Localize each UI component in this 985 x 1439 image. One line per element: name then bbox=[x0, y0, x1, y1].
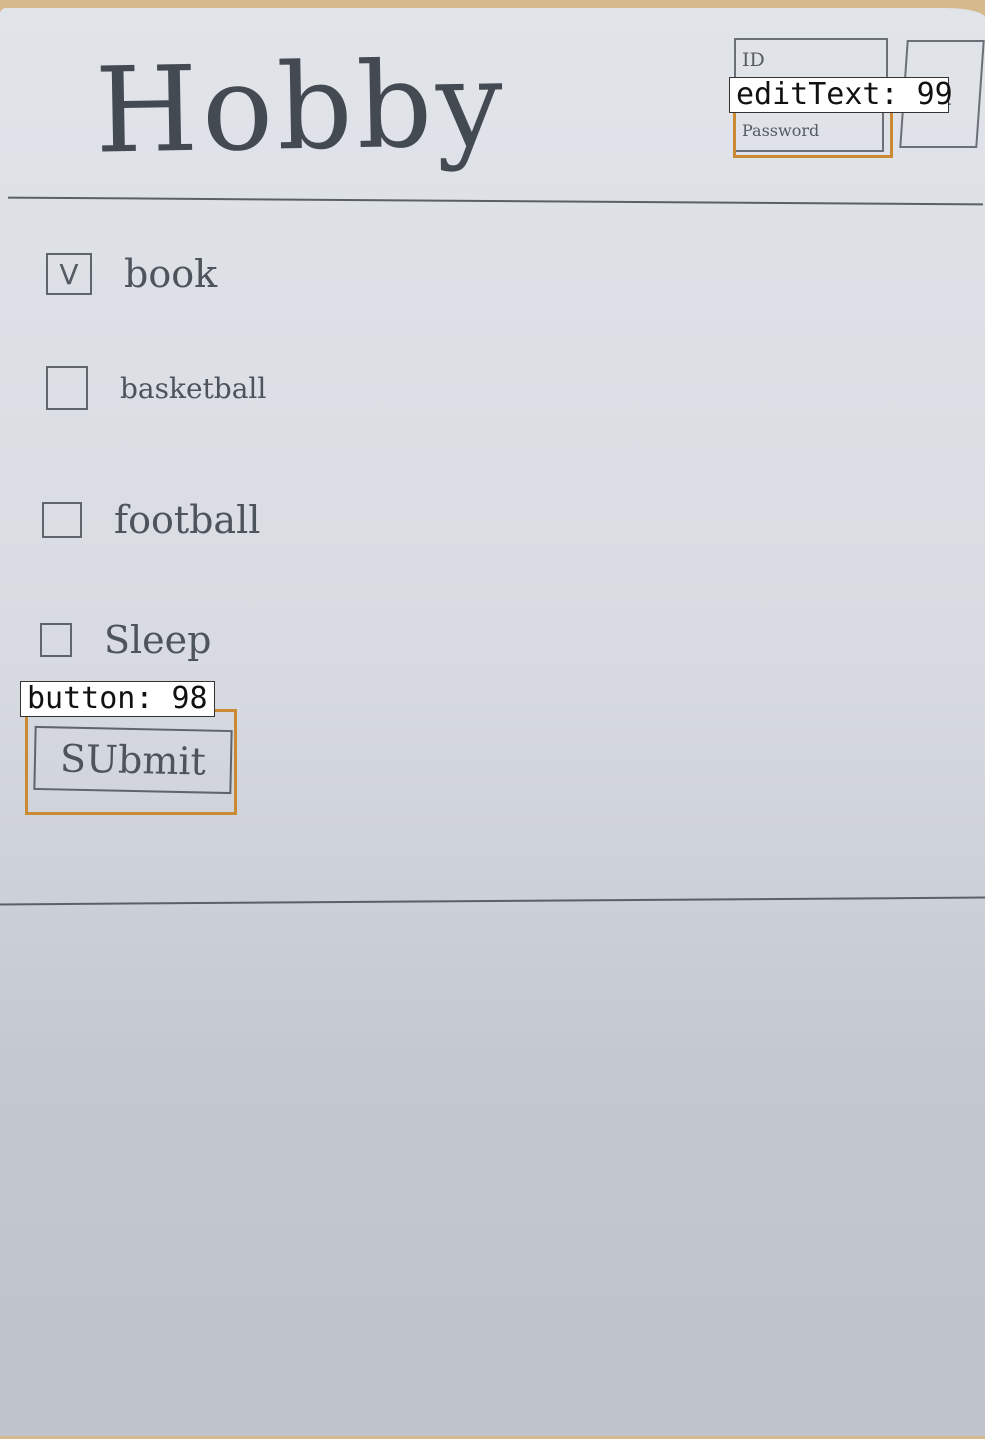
id-field[interactable]: ID bbox=[734, 38, 888, 82]
annotation-button-tag: button: 98 bbox=[20, 681, 215, 717]
page-title: Hobby bbox=[93, 34, 508, 180]
annotation-edittext-tag: editText: 99 bbox=[729, 77, 953, 113]
hobby-label-football: football bbox=[114, 498, 261, 542]
checkbox-sleep[interactable] bbox=[40, 623, 72, 657]
hobby-label-book: book bbox=[124, 252, 218, 296]
checkbox-book-mark: V bbox=[59, 257, 79, 291]
annotation-button-outline bbox=[25, 709, 237, 815]
hobby-row-book[interactable]: V book bbox=[46, 252, 217, 296]
hobby-label-sleep: Sleep bbox=[104, 618, 212, 662]
hobby-label-basketball: basketball bbox=[120, 371, 267, 405]
checkbox-football[interactable] bbox=[42, 502, 82, 538]
checkbox-book[interactable]: V bbox=[46, 253, 92, 295]
annotation-edittext-outline bbox=[733, 108, 893, 158]
hobby-row-basketball[interactable]: basketball bbox=[46, 366, 266, 410]
checkbox-basketball[interactable] bbox=[46, 366, 88, 410]
hobby-row-sleep[interactable]: Sleep bbox=[40, 618, 212, 662]
id-field-placeholder: ID bbox=[742, 49, 765, 71]
hobby-row-football[interactable]: football bbox=[42, 498, 260, 542]
